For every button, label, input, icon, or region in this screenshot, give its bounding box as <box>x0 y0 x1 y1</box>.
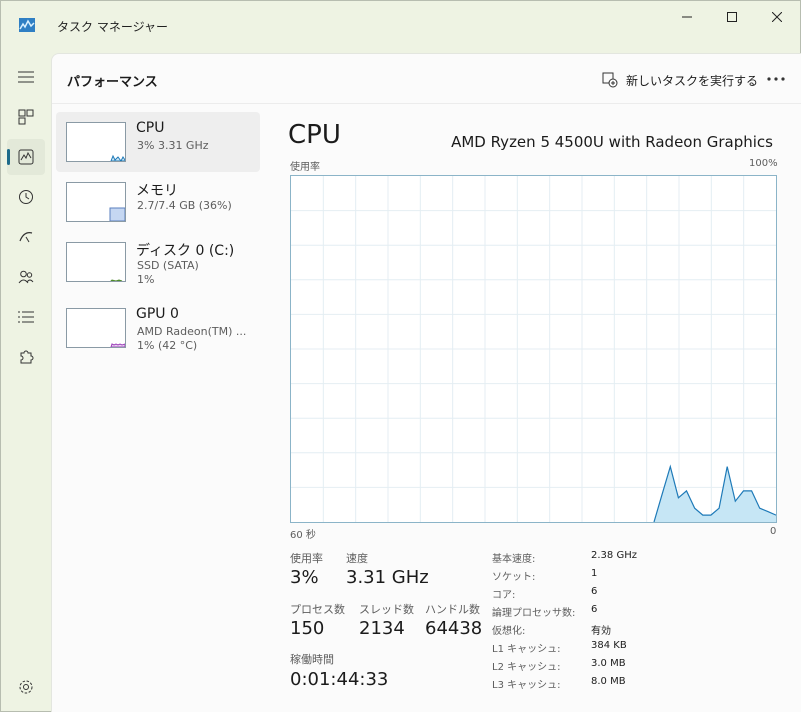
usage-value: 3% <box>290 567 319 588</box>
page-header: パフォーマンス 新しいタスクを実行する <box>52 54 801 104</box>
minimize-icon <box>682 16 692 18</box>
nav-processes[interactable] <box>7 99 45 135</box>
window-title: タスク マネージャー <box>57 20 168 34</box>
history-icon <box>19 190 33 204</box>
threads-label: スレッド数 <box>359 603 414 616</box>
spec-label: 基本速度: <box>492 554 536 565</box>
spec-label: L1 キャッシュ: <box>492 644 561 655</box>
nav-app-history[interactable] <box>7 179 45 215</box>
detail-title: CPU <box>288 120 341 150</box>
spec-value: 3.0 MB <box>591 658 626 669</box>
resource-thumbnail <box>66 122 126 162</box>
nav-performance[interactable] <box>7 139 45 175</box>
graph-max-label: 100% <box>749 158 778 169</box>
resource-detail-1: SSD (SATA) <box>137 259 199 272</box>
usage-label: 使用率 <box>290 552 323 565</box>
resource-name: CPU <box>136 120 165 136</box>
processes-value: 150 <box>290 618 325 639</box>
graph-time-label: 60 秒 <box>290 530 316 541</box>
spec-value: 6 <box>591 604 598 615</box>
nav-startup-apps[interactable] <box>7 219 45 255</box>
main-panel: パフォーマンス 新しいタスクを実行する CPU 3% 3.31 GHz メモリ 2.7… <box>51 53 801 712</box>
resource-detail-1: 3% 3.31 GHz <box>137 139 209 152</box>
nav-users[interactable] <box>7 259 45 295</box>
spec-label: コア: <box>492 590 516 601</box>
nav-rail <box>1 49 51 711</box>
spec-value: 1 <box>591 568 598 579</box>
resource-item[interactable]: メモリ 2.7/7.4 GB (36%) <box>56 172 260 232</box>
page-title: パフォーマンス <box>67 75 158 90</box>
resource-detail-2: 1% <box>137 273 155 286</box>
resource-name: GPU 0 <box>136 306 179 322</box>
resource-item[interactable]: CPU 3% 3.31 GHz <box>56 112 260 172</box>
more-options-icon <box>767 77 785 81</box>
speed-label: 速度 <box>346 552 368 565</box>
speed-value: 3.31 GHz <box>346 567 429 588</box>
task-manager-window: タスク マネージャー パフォーマンス 新しいタスクを実行する CPU 3% 3.… <box>0 0 801 712</box>
task-manager-app-icon <box>19 17 35 32</box>
nav-services[interactable] <box>7 339 45 375</box>
spec-label: L3 キャッシュ: <box>492 680 561 691</box>
hamburger-menu-button[interactable] <box>7 59 45 95</box>
nav-details[interactable] <box>7 299 45 335</box>
close-icon <box>772 12 782 22</box>
run-new-task-label: 新しいタスクを実行する <box>626 73 759 88</box>
spec-value: 2.38 GHz <box>591 550 637 561</box>
resource-detail-1: AMD Radeon(TM) ... <box>137 325 247 338</box>
handles-label: ハンドル数 <box>425 603 480 616</box>
resource-thumbnail <box>66 182 126 222</box>
run-task-icon <box>602 72 618 88</box>
processes-icon <box>18 109 34 125</box>
resource-detail-1: 2.7/7.4 GB (36%) <box>137 199 232 212</box>
spec-label: 論理プロセッサ数: <box>492 608 576 619</box>
spec-value: 有効 <box>591 626 611 637</box>
close-button[interactable] <box>754 1 800 33</box>
resource-name: ディスク 0 (C:) <box>136 243 235 259</box>
active-indicator <box>7 149 10 165</box>
threads-value: 2134 <box>359 618 405 639</box>
settings-gear-icon <box>19 680 33 694</box>
cpu-usage-chart <box>291 176 777 523</box>
processes-label: プロセス数 <box>290 603 345 616</box>
graph-usage-label: 使用率 <box>290 162 320 173</box>
resource-detail-2: 1% (42 °C) <box>137 339 198 352</box>
processor-name: AMD Ryzen 5 4500U with Radeon Graphics <box>451 133 773 151</box>
spec-value: 384 KB <box>591 640 627 651</box>
more-options-button[interactable] <box>764 68 788 90</box>
resource-thumbnail <box>66 308 126 348</box>
users-icon <box>18 270 34 284</box>
title-bar: タスク マネージャー <box>1 1 800 49</box>
spec-value: 6 <box>591 586 598 597</box>
run-new-task-button[interactable]: 新しいタスクを実行する <box>602 70 758 90</box>
spec-label: ソケット: <box>492 572 536 583</box>
spec-label: 仮想化: <box>492 626 526 637</box>
uptime-value: 0:01:44:33 <box>290 669 389 690</box>
maximize-icon <box>727 12 737 22</box>
spec-label: L2 キャッシュ: <box>492 662 561 673</box>
nav-settings[interactable] <box>7 669 45 705</box>
resource-item[interactable]: GPU 0 AMD Radeon(TM) ... 1% (42 °C) <box>56 298 260 358</box>
performance-icon <box>18 149 34 165</box>
services-puzzle-icon <box>20 350 34 364</box>
graph-min-label: 0 <box>770 526 777 537</box>
cpu-usage-graph <box>290 175 777 523</box>
spec-value: 8.0 MB <box>591 676 626 687</box>
maximize-button[interactable] <box>709 1 755 33</box>
resource-item[interactable]: ディスク 0 (C:) SSD (SATA) 1% <box>56 232 260 292</box>
uptime-label: 稼働時間 <box>290 653 334 666</box>
minimize-button[interactable] <box>664 1 710 33</box>
resource-name: メモリ <box>136 183 178 199</box>
details-icon <box>18 311 34 323</box>
hamburger-icon <box>18 71 34 83</box>
handles-value: 64438 <box>425 618 483 639</box>
startup-icon <box>19 232 33 243</box>
resource-thumbnail <box>66 242 126 282</box>
